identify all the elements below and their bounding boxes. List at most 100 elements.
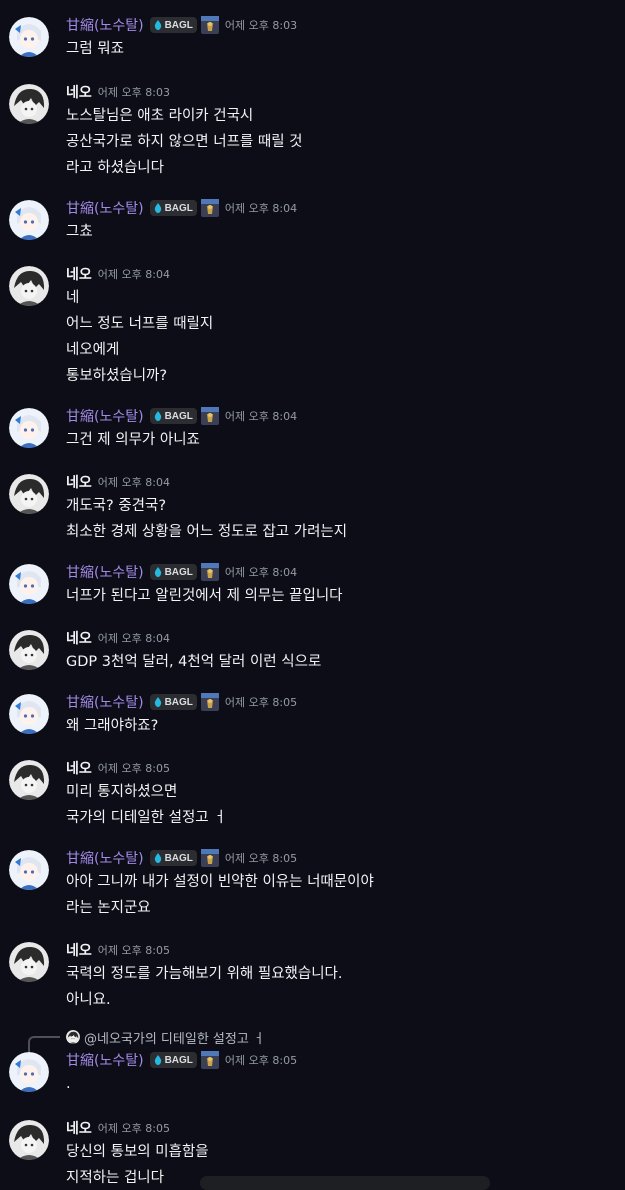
message-text: 그건 제 의무가 아니죠	[66, 432, 200, 448]
avatar[interactable]	[9, 1052, 49, 1092]
timestamp[interactable]: 어제 오후 8:05	[98, 1120, 170, 1136]
timestamp[interactable]: 어제 오후 8:05	[98, 942, 170, 958]
username[interactable]: 네오	[66, 472, 92, 492]
username[interactable]: 네오	[66, 1118, 92, 1138]
avatar[interactable]	[9, 760, 49, 800]
avatar[interactable]	[9, 630, 49, 670]
username[interactable]: 甘縮(노수탈)	[66, 692, 144, 712]
message-header: 네오 어제 오후 8:04	[66, 628, 170, 648]
avatar[interactable]	[9, 200, 49, 240]
timestamp[interactable]: 어제 오후 8:05	[98, 760, 170, 776]
avatar[interactable]	[9, 564, 49, 604]
water-drop-icon	[154, 697, 161, 707]
timestamp[interactable]: 어제 오후 8:04	[225, 564, 297, 580]
reply-mention[interactable]: @네오	[84, 1028, 121, 1047]
role-icon[interactable]	[200, 563, 219, 581]
server-tag-badge[interactable]: BAGL	[149, 200, 197, 216]
message-text: 라고 하셨습니다	[66, 160, 164, 176]
avatar[interactable]	[9, 1120, 49, 1160]
chat-message: 甘縮(노수탈) BAGL 어제 오후 8:05 아아 그니까 내가 설정이 빈약한 이…	[0, 848, 625, 920]
timestamp[interactable]: 어제 오후 8:05	[225, 1052, 297, 1068]
message-text: 개도국? 중견국?	[66, 498, 167, 514]
timestamp[interactable]: 어제 오후 8:04	[98, 474, 170, 490]
reply-connector	[28, 1036, 60, 1052]
role-icon[interactable]	[200, 693, 219, 711]
username[interactable]: 甘縮(노수탈)	[66, 1050, 144, 1070]
role-icon[interactable]	[200, 199, 219, 217]
username[interactable]: 네오	[66, 264, 92, 284]
reply-preview[interactable]: @네오 국가의 디테일한 설정고 ㅓ	[66, 1028, 265, 1047]
water-drop-icon	[154, 567, 161, 577]
message-text: 공산국가로 하지 않으면 너프를 때릴 것	[66, 134, 303, 150]
username[interactable]: 甘縮(노수탈)	[66, 15, 144, 35]
badge-label: BAGL	[164, 19, 193, 31]
username[interactable]: 네오	[66, 82, 92, 102]
message-text: 당신의 통보의 미흡함을	[66, 1144, 209, 1160]
role-icon[interactable]	[200, 1051, 219, 1069]
timestamp[interactable]: 어제 오후 8:04	[98, 630, 170, 646]
username[interactable]: 네오	[66, 758, 92, 778]
timestamp[interactable]: 어제 오후 8:04	[225, 408, 297, 424]
badge-label: BAGL	[164, 202, 193, 214]
avatar[interactable]	[9, 84, 49, 124]
timestamp[interactable]: 어제 오후 8:03	[98, 84, 170, 100]
chat-message: 甘縮(노수탈) BAGL 어제 오후 8:04 너프가 된다고 알린것에서 제 의무는…	[0, 562, 625, 608]
chat-message: 네오 어제 오후 8:05 미리 통지하셨으면국가의 디테일한 설정고 ㅓ	[0, 758, 625, 830]
username[interactable]: 네오	[66, 940, 92, 960]
username[interactable]: 甘縮(노수탈)	[66, 848, 144, 868]
new-messages-bar[interactable]	[200, 1176, 490, 1190]
badge-label: BAGL	[164, 1054, 193, 1066]
timestamp[interactable]: 어제 오후 8:05	[225, 694, 297, 710]
message-header: 甘縮(노수탈) BAGL 어제 오후 8:03	[66, 15, 297, 35]
badge-label: BAGL	[164, 852, 193, 864]
username[interactable]: 甘縮(노수탈)	[66, 562, 144, 582]
message-text: 네오에게	[66, 342, 120, 358]
chat-message: 네오 어제 오후 8:04 네 어느 정도 너프를 때릴지 네오에게 통보하셨습니까?	[0, 264, 625, 388]
role-icon[interactable]	[200, 849, 219, 867]
message-text: .	[66, 1076, 71, 1092]
server-tag-badge[interactable]: BAGL	[149, 694, 197, 710]
server-tag-badge[interactable]: BAGL	[149, 17, 197, 33]
message-text: 아니요.	[66, 992, 111, 1008]
message-text: 그쵸	[66, 224, 93, 240]
avatar[interactable]	[9, 266, 49, 306]
server-tag-badge[interactable]: BAGL	[149, 564, 197, 580]
badge-label: BAGL	[164, 566, 193, 578]
server-tag-badge[interactable]: BAGL	[149, 850, 197, 866]
timestamp[interactable]: 어제 오후 8:04	[225, 200, 297, 216]
message-text: 그럼 뭐죠	[66, 41, 124, 57]
timestamp[interactable]: 어제 오후 8:04	[98, 266, 170, 282]
role-icon[interactable]	[200, 407, 219, 425]
username[interactable]: 甘縮(노수탈)	[66, 406, 144, 426]
avatar[interactable]	[9, 850, 49, 890]
avatar[interactable]	[9, 474, 49, 514]
timestamp[interactable]: 어제 오후 8:05	[225, 850, 297, 866]
message-text: 지적하는 겁니다	[66, 1170, 164, 1186]
message-text: 라는 논지군요	[66, 900, 151, 916]
server-tag-badge[interactable]: BAGL	[149, 408, 197, 424]
water-drop-icon	[154, 1055, 161, 1065]
username[interactable]: 네오	[66, 628, 92, 648]
message-header: 甘縮(노수탈) BAGL 어제 오후 8:05	[66, 692, 297, 712]
message-text: 미리 통지하셨으면	[66, 784, 178, 800]
chat-message-list: 甘縮(노수탈) BAGL 어제 오후 8:03 그럼 뭐죠 네오 어제 오후 8:03 노스…	[0, 0, 625, 1190]
reply-text: 국가의 디테일한 설정고 ㅓ	[120, 1031, 265, 1047]
avatar[interactable]	[9, 408, 49, 448]
role-icon[interactable]	[200, 16, 219, 34]
message-header: 甘縮(노수탈) BAGL 어제 오후 8:05	[66, 848, 297, 868]
message-text: 국가의 디테일한 설정고 ㅓ	[66, 810, 227, 826]
avatar[interactable]	[9, 942, 49, 982]
username[interactable]: 甘縮(노수탈)	[66, 198, 144, 218]
chat-message: 甘縮(노수탈) BAGL 어제 오후 8:04 그건 제 의무가 아니죠	[0, 406, 625, 452]
avatar[interactable]	[9, 694, 49, 734]
message-text: 최소한 경제 상황을 어느 정도로 잡고 가려는지	[66, 524, 348, 540]
avatar[interactable]	[9, 17, 49, 57]
server-tag-badge[interactable]: BAGL	[149, 1052, 197, 1068]
timestamp[interactable]: 어제 오후 8:03	[225, 17, 297, 33]
chat-message: 甘縮(노수탈) BAGL 어제 오후 8:05.	[0, 1050, 625, 1096]
message-text: GDP 3천억 달러, 4천억 달러 이런 식으로	[66, 654, 322, 670]
message-header: 甘縮(노수탈) BAGL 어제 오후 8:05	[66, 1050, 297, 1070]
message-text: 아아 그니까 내가 설정이 빈약한 이유는 너때문이야	[66, 874, 374, 890]
message-header: 甘縮(노수탈) BAGL 어제 오후 8:04	[66, 562, 297, 582]
water-drop-icon	[154, 20, 161, 30]
